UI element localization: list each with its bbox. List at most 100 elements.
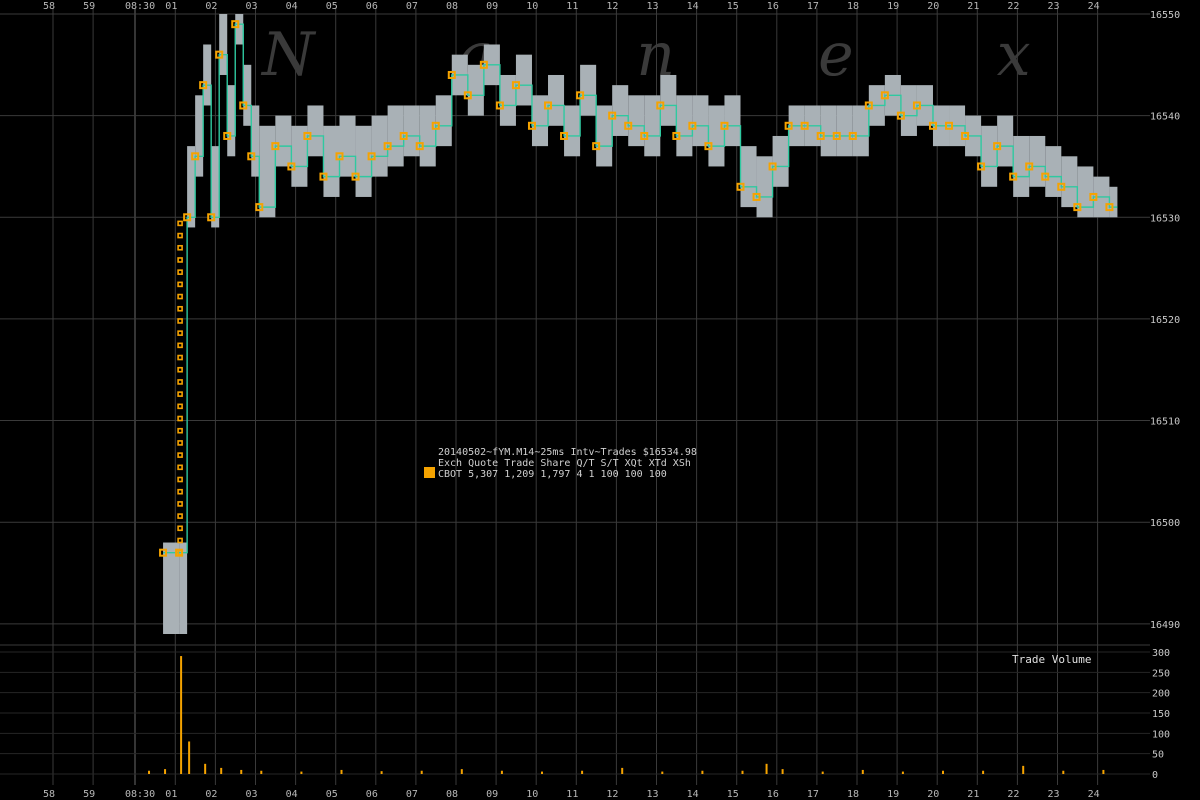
volume-bar xyxy=(1102,769,1105,774)
spread-bar xyxy=(195,95,204,177)
x-tick-label-bottom: 07 xyxy=(406,789,418,800)
x-tick-label-bottom: 01 xyxy=(165,789,177,800)
x-tick-label-bottom: 17 xyxy=(807,789,819,800)
volume-bar xyxy=(781,769,784,774)
volume-bar xyxy=(260,770,263,774)
volume-bar xyxy=(901,771,904,774)
price-tick-label: 16520 xyxy=(1150,315,1180,326)
volume-bar xyxy=(621,767,624,774)
trade-point xyxy=(177,293,183,300)
trade-point xyxy=(177,354,183,361)
spread-bar xyxy=(564,105,581,157)
spread-bar xyxy=(692,95,709,147)
spread-bar xyxy=(323,125,340,197)
x-tick-label-top: 19 xyxy=(887,1,899,12)
trade-point xyxy=(177,452,183,458)
trade-point xyxy=(177,244,183,251)
x-tick-label-top: 12 xyxy=(606,1,618,12)
spread-bar xyxy=(235,14,244,45)
x-tick-label-bottom: 09 xyxy=(486,789,498,800)
volume-tick-label: 0 xyxy=(1152,770,1158,781)
spread-bar xyxy=(243,64,252,126)
spread-bar xyxy=(900,85,917,136)
x-tick-label-top: 15 xyxy=(727,1,739,12)
x-axis-bottom: 58 59 08:30 01 02 03 04 05 06 07 08 09 10 11 12 13 14 15 1… xyxy=(43,789,1100,800)
x-tick-label-bottom: 18 xyxy=(847,789,859,800)
x-tick-label-bottom: 08 xyxy=(446,789,458,800)
x-tick-label-bottom: 58 xyxy=(43,789,55,800)
x-tick-label-bottom: 22 xyxy=(1007,789,1019,800)
x-tick-label-bottom: 24 xyxy=(1088,789,1100,800)
spread-bar xyxy=(660,74,677,126)
spread-bar xyxy=(435,95,452,147)
x-tick-label-top: 08:30 xyxy=(125,1,155,12)
x-tick-label-top: 14 xyxy=(687,1,699,12)
volume-bar xyxy=(581,770,584,774)
trade-point xyxy=(177,220,183,227)
trade-point xyxy=(177,342,183,349)
x-tick-label-top: 59 xyxy=(83,1,95,12)
volume-bar xyxy=(340,769,343,774)
x-tick-label-top: 20 xyxy=(927,1,939,12)
trade-point xyxy=(177,281,183,288)
spread-bar xyxy=(339,115,356,177)
price-tick-label: 16510 xyxy=(1150,417,1180,428)
chart-title: 20140502~fYM.M14~25ms Intv~Trades $16534… xyxy=(438,447,697,458)
trade-point xyxy=(177,525,183,532)
spread-bar xyxy=(1061,156,1078,208)
trade-point xyxy=(177,269,183,275)
volume-bar xyxy=(380,771,383,774)
spread-bar xyxy=(724,95,741,147)
x-tick-label-top: 03 xyxy=(246,1,258,12)
volume-bar xyxy=(204,763,207,774)
spread-bar xyxy=(275,115,292,167)
trade-point xyxy=(177,379,183,385)
x-tick-label-top: 17 xyxy=(807,1,819,12)
x-tick-label-top: 13 xyxy=(647,1,659,12)
price-axis: 16490 16500 16510 16520 16530 16540 16550 xyxy=(1150,10,1180,631)
spread-bar xyxy=(419,105,436,167)
spread-bar xyxy=(997,115,1014,167)
trade-point xyxy=(177,403,183,410)
x-tick-label-bottom: 12 xyxy=(606,789,618,800)
trade-point xyxy=(177,537,183,544)
trade-point xyxy=(177,476,183,483)
x-tick-label-bottom: 13 xyxy=(647,789,659,800)
volume-tick-label: 250 xyxy=(1152,668,1170,679)
volume-tick-label: 50 xyxy=(1152,750,1164,761)
volume-bar xyxy=(164,769,167,774)
volume-bar xyxy=(1022,765,1025,774)
x-tick-label-top: 08 xyxy=(446,1,458,12)
spread-bar xyxy=(820,105,837,157)
volume-bars xyxy=(148,656,1105,774)
x-tick-label-bottom: 08:30 xyxy=(125,789,155,800)
spread-bar xyxy=(548,74,565,126)
volume-bar xyxy=(240,769,243,774)
x-tick-label-bottom: 04 xyxy=(286,789,298,800)
volume-bar xyxy=(541,771,543,774)
trade-point xyxy=(177,427,183,434)
legend-row-cbot: CBOT 5,307 1,209 1,797 4 1 100 100 100 xyxy=(438,469,667,480)
spread-bar xyxy=(203,44,212,106)
trade-point xyxy=(177,513,183,519)
trade-point xyxy=(177,391,183,397)
x-tick-label-top: 07 xyxy=(406,1,418,12)
volume-bar xyxy=(300,771,303,774)
volume-tick-label: 100 xyxy=(1152,729,1170,740)
price-tick-label: 16490 xyxy=(1150,620,1180,631)
trade-point xyxy=(177,318,183,324)
trade-point xyxy=(177,440,183,446)
x-tick-label-bottom: 06 xyxy=(366,789,378,800)
x-tick-label-bottom: 59 xyxy=(83,789,95,800)
legend-header: Exch Quote Trade Share Q/T S/T XQt XTd X… xyxy=(438,458,691,469)
x-tick-label-top: 22 xyxy=(1007,1,1019,12)
x-tick-label-bottom: 14 xyxy=(687,789,699,800)
spread-bar xyxy=(772,135,789,187)
x-tick-label-bottom: 03 xyxy=(246,789,258,800)
volume-tick-label: 300 xyxy=(1152,648,1170,659)
x-axis-top: 58 59 08:30 01 02 03 04 05 06 07 08 09 10 11 12 13 14 15 1… xyxy=(43,1,1100,12)
trade-point xyxy=(177,464,183,471)
trade-point xyxy=(177,232,183,239)
volume-bar xyxy=(701,770,704,774)
volume-bar xyxy=(821,771,824,774)
